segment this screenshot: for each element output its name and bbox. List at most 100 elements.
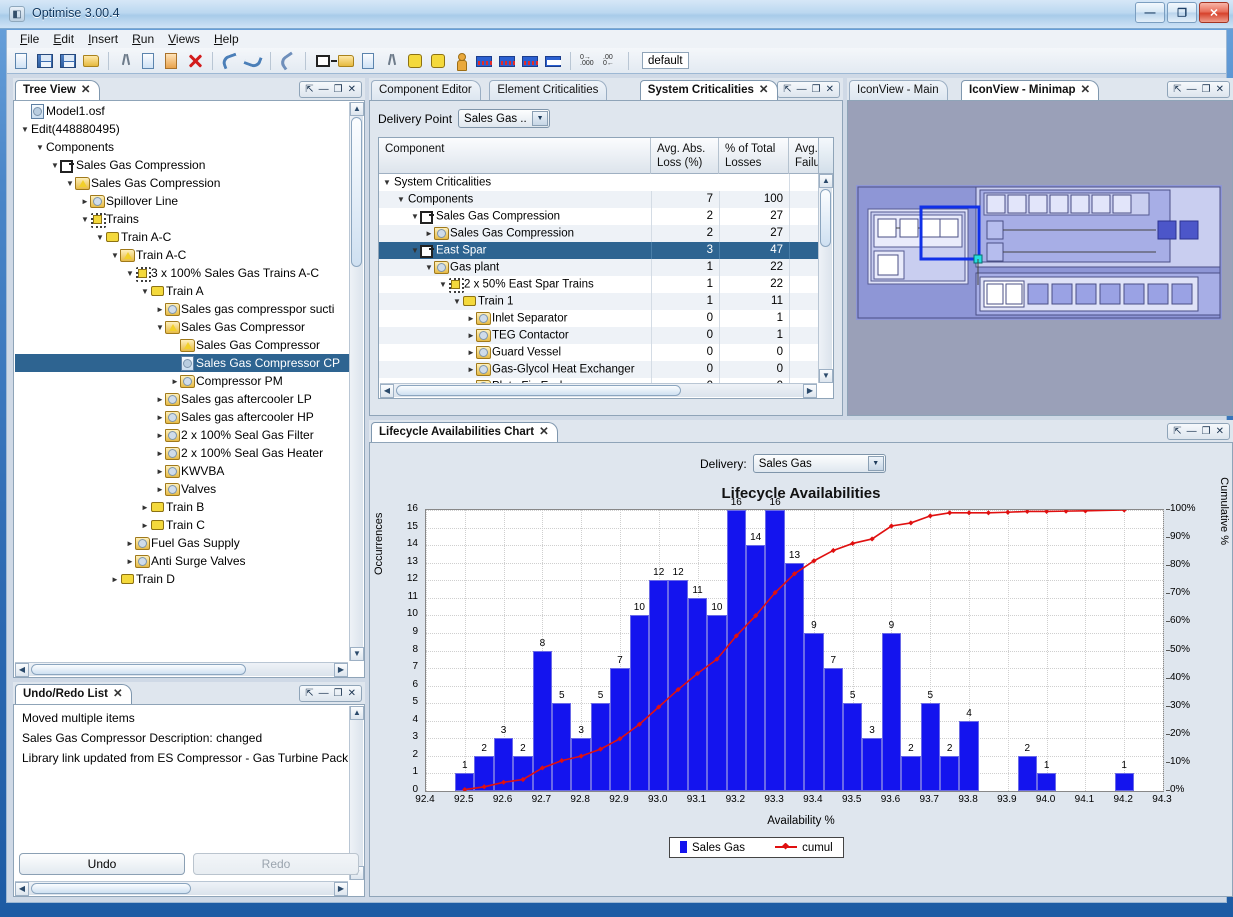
tab-element-criticalities[interactable]: Element Criticalities [489, 80, 608, 100]
undo-horizontal-scrollbar[interactable]: ◀ ▶ [15, 881, 348, 896]
tree-item[interactable]: Sales Gas Compressor CP [15, 354, 349, 372]
tab-lifecycle-availabilities-chart[interactable]: Lifecycle Availabilities Chart ✕ [371, 422, 558, 442]
document-node-icon[interactable] [359, 51, 379, 71]
tab-iconview-main[interactable]: IconView - Main [849, 80, 948, 100]
row-twisty-icon[interactable]: ► [467, 327, 475, 344]
minimize-icon[interactable]: — [797, 84, 807, 95]
scroll-thumb[interactable] [820, 189, 831, 247]
menu-file[interactable]: File [13, 31, 46, 47]
tree-item[interactable]: ▼ 3 x 100% Sales Gas Trains A-C [15, 264, 349, 282]
tree-item[interactable]: ► Compressor PM [15, 372, 349, 390]
chart-icon-3[interactable] [520, 51, 540, 71]
float-icon[interactable]: ⇱ [305, 688, 313, 699]
tree-twisty-icon[interactable]: ► [156, 427, 164, 445]
maximize-icon[interactable]: ❐ [1202, 426, 1211, 437]
tree-item[interactable]: ► 2 x 100% Seal Gas Heater [15, 444, 349, 462]
folder-node-icon[interactable] [336, 51, 356, 71]
table-row[interactable]: ▼ East Spar 3 47 [379, 242, 818, 259]
delete-icon[interactable] [185, 51, 205, 71]
close-button[interactable]: ✕ [1199, 2, 1229, 23]
open-folder-icon[interactable] [81, 51, 101, 71]
scroll-left-button[interactable]: ◀ [15, 882, 29, 896]
tab-iconview-minimap[interactable]: IconView - Minimap ✕ [961, 80, 1100, 100]
table-row[interactable]: ► Inlet Separator 0 1 [379, 310, 818, 327]
float-icon[interactable]: ⇱ [305, 84, 313, 95]
tab-close-icon[interactable]: ✕ [759, 84, 769, 96]
close-icon[interactable]: ✕ [826, 84, 834, 95]
tab-system-criticalities[interactable]: System Criticalities ✕ [639, 80, 778, 100]
scroll-thumb[interactable] [351, 117, 362, 267]
tree-item[interactable]: ► KWVBA [15, 462, 349, 480]
float-icon[interactable]: ⇱ [1173, 426, 1181, 437]
tree-item[interactable]: ▼ Sales Gas Compression [15, 174, 349, 192]
save-icon[interactable] [35, 51, 55, 71]
tree-twisty-icon[interactable]: ▼ [141, 283, 149, 301]
maximize-icon[interactable]: ❐ [334, 84, 343, 95]
menu-edit[interactable]: Edit [46, 31, 81, 47]
scroll-up-button[interactable]: ▲ [819, 174, 833, 188]
decimal-increase-icon[interactable]: .00 0← [601, 51, 621, 71]
tree-item[interactable]: ► Train C [15, 516, 349, 534]
menu-run[interactable]: Run [125, 31, 161, 47]
row-twisty-icon[interactable]: ► [467, 310, 475, 327]
maximize-icon[interactable]: ❐ [812, 84, 821, 95]
tree-item[interactable]: ► Train D [15, 570, 349, 588]
tree-twisty-icon[interactable]: ► [126, 535, 134, 553]
table-row[interactable]: ► Sales Gas Compression 2 27 [379, 225, 818, 242]
row-twisty-icon[interactable]: ► [425, 225, 433, 242]
row-twisty-icon[interactable]: ▼ [411, 208, 419, 225]
tree-item[interactable]: ► Sales gas aftercooler LP [15, 390, 349, 408]
tools-icon[interactable] [382, 51, 402, 71]
float-icon[interactable]: ⇱ [783, 84, 791, 95]
tree-twisty-icon[interactable]: ► [81, 193, 89, 211]
scroll-up-button[interactable]: ▲ [350, 706, 364, 720]
row-twisty-icon[interactable]: ► [467, 361, 475, 378]
undo-icon[interactable] [220, 51, 240, 71]
undo-redo-entry[interactable]: Sales Gas Compressor Description: change… [15, 728, 348, 748]
table-row[interactable]: ► Gas-Glycol Heat Exchanger 0 0 [379, 361, 818, 378]
cut-icon[interactable] [116, 51, 136, 71]
tree-twisty-icon[interactable]: ▼ [21, 121, 29, 139]
tab-tree-view[interactable]: Tree View ✕ [15, 80, 100, 100]
tab-close-icon[interactable]: ✕ [539, 426, 549, 438]
row-twisty-icon[interactable]: ▼ [439, 276, 447, 293]
row-twisty-icon[interactable]: ▼ [411, 242, 419, 259]
scroll-up-button[interactable]: ▲ [350, 102, 364, 116]
row-twisty-icon[interactable]: ▼ [453, 293, 461, 310]
maximize-button[interactable]: ❐ [1167, 2, 1197, 23]
chart-icon-4[interactable] [543, 51, 563, 71]
person-icon[interactable] [451, 51, 471, 71]
column-header-pct-total-losses[interactable]: % of Total Losses [719, 138, 789, 174]
group-select-icon[interactable] [428, 51, 448, 71]
row-twisty-icon[interactable]: ▼ [397, 191, 405, 208]
minimap-diagram[interactable] [856, 185, 1222, 320]
tree-twisty-icon[interactable]: ► [156, 391, 164, 409]
tree-vertical-scrollbar[interactable]: ▲ ▼ [349, 102, 364, 661]
tree-twisty-icon[interactable]: ► [156, 301, 164, 319]
default-style-field[interactable]: default [642, 52, 689, 69]
tree-item[interactable]: ► Spillover Line [15, 192, 349, 210]
decimal-decrease-icon[interactable]: 0→ .000 [578, 51, 598, 71]
copy-icon[interactable] [139, 51, 159, 71]
tree-item[interactable]: ▼ Sales Gas Compressor [15, 318, 349, 336]
close-icon[interactable]: ✕ [348, 84, 356, 95]
menu-views[interactable]: Views [161, 31, 207, 47]
minimize-icon[interactable]: — [1187, 426, 1197, 437]
tree-item[interactable]: ► Sales gas aftercooler HP [15, 408, 349, 426]
tree-twisty-icon[interactable]: ► [156, 481, 164, 499]
tree-twisty-icon[interactable]: ► [156, 463, 164, 481]
scroll-thumb-h[interactable] [396, 385, 681, 396]
undo-redo-entry[interactable]: Library link updated from ES Compressor … [15, 748, 348, 768]
scroll-thumb-h[interactable] [31, 883, 191, 894]
redo-button[interactable]: Redo [193, 853, 359, 875]
tree-twisty-icon[interactable]: ► [141, 517, 149, 535]
redo-icon[interactable] [243, 51, 263, 71]
tab-close-icon[interactable]: ✕ [1081, 84, 1091, 96]
table-row[interactable]: ▼ Train 1 1 11 [379, 293, 818, 310]
tree-item[interactable]: ▼ Train A-C [15, 228, 349, 246]
group-icon[interactable] [405, 51, 425, 71]
column-header-avg-abs-loss[interactable]: Avg. Abs. Loss (%) [651, 138, 719, 174]
tree-item[interactable]: ► Fuel Gas Supply [15, 534, 349, 552]
row-twisty-icon[interactable]: ▼ [425, 259, 433, 276]
table-row[interactable]: ► TEG Contactor 0 1 [379, 327, 818, 344]
